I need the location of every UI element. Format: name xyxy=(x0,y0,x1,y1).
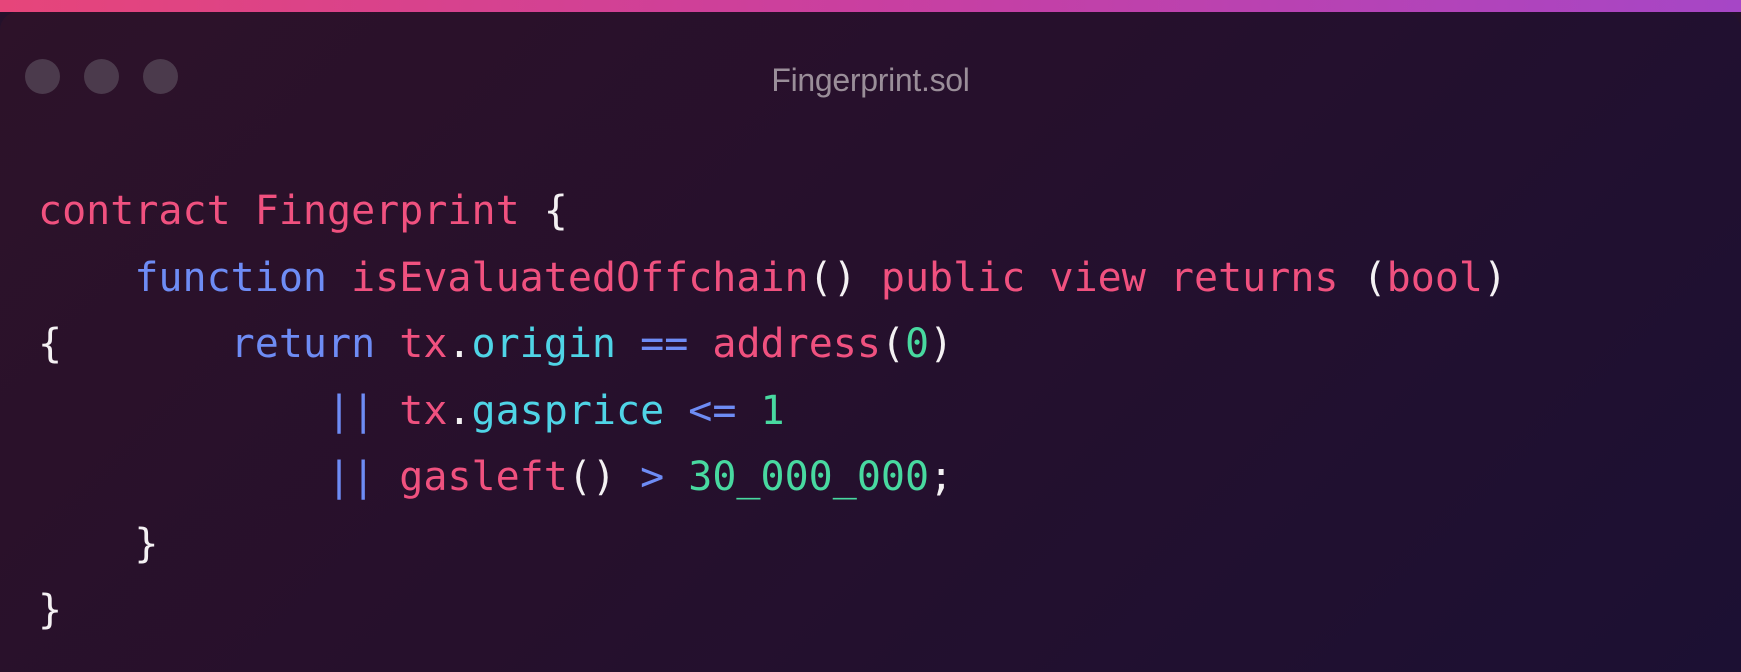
code-token: address xyxy=(712,321,881,367)
code-token: . xyxy=(447,387,472,434)
code-token: 0 xyxy=(905,321,930,367)
code-token: gasprice xyxy=(471,387,665,434)
code-token: view xyxy=(1049,254,1146,301)
code-token: public xyxy=(880,254,1026,301)
code-token: { xyxy=(38,321,231,367)
code-block: contract Fingerprint { function isEvalua… xyxy=(38,178,1507,644)
code-token: } xyxy=(38,520,159,567)
code-token: == xyxy=(640,321,689,367)
gradient-top-border xyxy=(0,0,1741,12)
code-token: . xyxy=(447,321,472,367)
code-token: tx xyxy=(399,321,448,367)
code-token: || xyxy=(326,454,376,500)
code-token: 30_000_000 xyxy=(688,454,930,500)
code-token: () xyxy=(808,254,881,301)
code-token: 1 xyxy=(760,387,785,434)
code-token: origin xyxy=(471,321,617,367)
code-token: ) xyxy=(1482,254,1508,301)
code-token: Fingerprint xyxy=(254,188,520,234)
code-token: function xyxy=(134,254,327,301)
code-token: () xyxy=(567,454,641,500)
code-line: } xyxy=(38,511,1507,578)
code-token: contract xyxy=(38,188,231,234)
code-line: contract Fingerprint { xyxy=(38,178,1507,245)
code-token: gasleft xyxy=(399,454,568,500)
code-token: bool xyxy=(1386,254,1483,301)
window-title: Fingerprint.sol xyxy=(771,62,970,98)
code-token: || xyxy=(326,387,376,434)
code-token: } xyxy=(38,587,63,633)
code-token: tx xyxy=(399,387,448,434)
code-token: return xyxy=(230,321,376,367)
code-token: ) xyxy=(929,321,954,367)
code-token: returns xyxy=(1169,254,1339,301)
code-window: Fingerprint.sol contract Fingerprint { f… xyxy=(0,12,1741,672)
code-line: || tx.gasprice <= 1 xyxy=(38,378,1507,445)
code-token: isEvaluatedOffchain xyxy=(351,254,809,301)
code-token: { xyxy=(519,188,568,234)
code-line: { return tx.origin == address(0) xyxy=(38,311,1507,378)
code-line: || gasleft() > 30_000_000; xyxy=(38,444,1507,511)
code-line: } xyxy=(38,577,1507,644)
code-line: function isEvaluatedOffchain() public vi… xyxy=(38,245,1507,312)
code-token: ( xyxy=(880,321,906,367)
code-token: ( xyxy=(1338,254,1387,301)
code-token: <= xyxy=(688,387,737,434)
code-token: > xyxy=(640,454,665,500)
code-token: ; xyxy=(929,454,954,500)
